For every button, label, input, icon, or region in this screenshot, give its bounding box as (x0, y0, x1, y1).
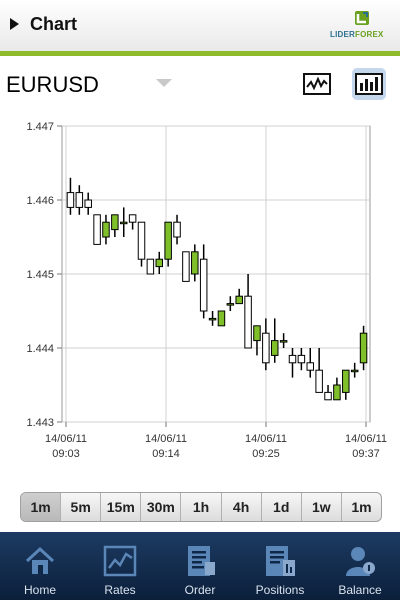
nav-item-order[interactable]: Order (160, 532, 240, 600)
nav-label: Order (184, 583, 216, 597)
candle-body (244, 295, 252, 349)
y-tick-label: 1.447 (26, 121, 54, 133)
x-tick-date-label: 14/06/11 (145, 433, 187, 445)
candle-body (84, 199, 92, 208)
symbol-selector[interactable]: EURUSD (6, 72, 99, 98)
timeframe-button-7[interactable]: 1w (302, 493, 342, 521)
candle-body (66, 192, 75, 208)
y-tick-label: 1.445 (26, 269, 54, 281)
bar-chart-icon (355, 73, 383, 95)
nav-item-positions[interactable]: Positions (240, 532, 320, 600)
chevron-down-icon[interactable] (156, 79, 172, 87)
bar-chart-button[interactable] (352, 68, 386, 100)
candle-body (182, 251, 190, 282)
nav-item-balance[interactable]: Balance (320, 532, 400, 600)
home-icon (23, 544, 57, 578)
candle-body (253, 325, 261, 342)
page-title: Chart (30, 14, 78, 34)
candle-body (288, 354, 297, 364)
nav-item-home[interactable]: Home (0, 532, 80, 600)
candle-body (164, 221, 172, 260)
candle-body (208, 317, 217, 321)
timeframe-button-5[interactable]: 4h (222, 493, 262, 521)
timeframe-button-6[interactable]: 1d (262, 493, 302, 521)
candle-body (146, 258, 155, 275)
candle-body (128, 214, 137, 223)
candle-body (191, 251, 199, 275)
lider-forex-logo: LIDERFOREX (330, 8, 394, 46)
x-tick-date-label: 14/06/11 (345, 433, 387, 445)
candle-body (324, 391, 332, 401)
candle-body (155, 258, 164, 268)
candle-body (199, 258, 208, 312)
candle-body (306, 362, 315, 371)
logo-mark-icon (355, 11, 369, 25)
nav-label: Balance (338, 583, 382, 597)
candle-body (102, 221, 110, 238)
candle-body (359, 332, 368, 364)
x-tick-time-label: 09:03 (52, 448, 80, 460)
candle-body (75, 192, 84, 208)
x-tick-date-label: 14/06/11 (245, 433, 287, 445)
header-divider (0, 51, 400, 56)
candle-body (226, 303, 235, 306)
candle-body (279, 340, 288, 343)
candle-body (235, 295, 243, 305)
y-tick-label: 1.443 (26, 417, 54, 429)
order-document-icon (183, 544, 217, 578)
nav-item-rates[interactable]: Rates (80, 532, 160, 600)
x-tick-date-label: 14/06/11 (45, 433, 87, 445)
y-tick-label: 1.444 (26, 343, 54, 355)
rates-chart-icon (103, 544, 137, 578)
timeframe-button-2[interactable]: 15m (101, 493, 142, 521)
line-chart-icon (303, 73, 331, 95)
candle-body (137, 221, 146, 260)
header-bar: Chart LIDERFOREX (0, 0, 400, 51)
candle-body (342, 369, 350, 393)
nav-label: Rates (104, 583, 136, 597)
candle-body (333, 384, 341, 401)
x-tick-time-label: 09:37 (352, 448, 380, 460)
timeframe-button-3[interactable]: 30m (141, 493, 182, 521)
candle-body (315, 369, 323, 393)
candle-body (119, 221, 128, 225)
timeframe-button-0[interactable]: 1m (21, 493, 62, 521)
timeframe-button-8[interactable]: 1m (342, 493, 381, 521)
candle-body (270, 340, 279, 356)
candle-body (111, 214, 119, 231)
bottom-nav: Home Rates Order Positions Balance (0, 532, 400, 600)
candlestick-chart[interactable]: 1.443 1.444 1.445 1.446 1.447 14/06/11 09:03 14… (0, 112, 400, 472)
logo-text: LIDERFOREX (330, 30, 384, 39)
nav-label: Home (23, 583, 56, 597)
timeframe-button-4[interactable]: 1h (181, 493, 222, 521)
x-tick-time-label: 09:14 (152, 448, 180, 460)
timeframe-button-1[interactable]: 5m (61, 493, 102, 521)
candle-body (297, 354, 306, 364)
play-arrow-icon[interactable] (10, 18, 19, 30)
timeframe-selector: 1m 5m 15m 30m 1h 4h 1d 1w 1m (20, 492, 382, 522)
candle-body (262, 332, 270, 364)
candle-body (217, 310, 226, 327)
positions-document-icon (263, 544, 297, 578)
candle-body (93, 214, 101, 245)
y-tick-label: 1.446 (26, 195, 54, 207)
x-tick-time-label: 09:25 (252, 448, 280, 460)
nav-label: Positions (255, 583, 305, 597)
candle-body (350, 369, 359, 373)
chart-svg: 1.443 1.444 1.445 1.446 1.447 14/06/11 09:03 14… (26, 121, 387, 460)
candle-body (173, 221, 181, 238)
line-chart-button[interactable] (300, 68, 334, 100)
balance-user-icon (343, 544, 377, 578)
